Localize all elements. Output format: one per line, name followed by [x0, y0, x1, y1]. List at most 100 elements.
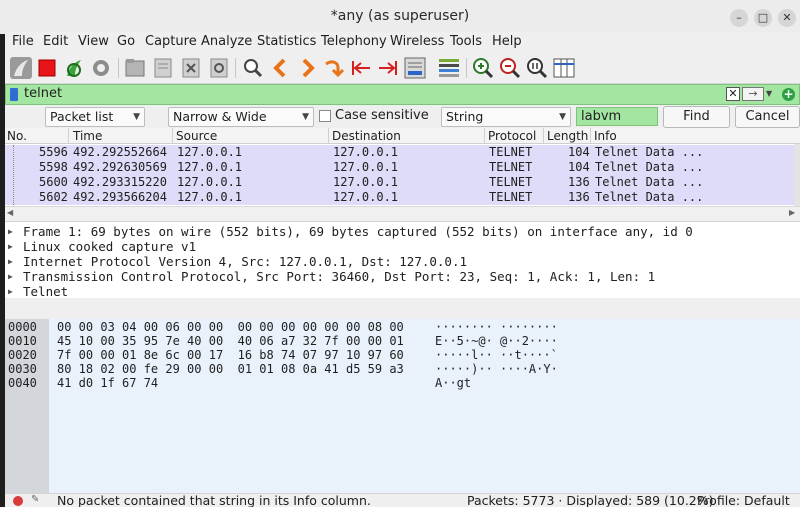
packet-list-hscrollbar[interactable]: ◀ ▶ — [5, 206, 800, 220]
menu-tools[interactable]: Tools — [450, 32, 482, 52]
capture-options-icon[interactable] — [89, 56, 113, 80]
packet-time: 492.293315220 — [73, 175, 167, 189]
column-time[interactable]: Time — [73, 128, 102, 144]
packet-info: Telnet Data ... — [595, 175, 704, 189]
search-string-input[interactable]: labvm — [576, 107, 658, 126]
cancel-button[interactable]: Cancel — [735, 106, 800, 128]
save-file-icon[interactable] — [151, 56, 175, 80]
byte-ascii[interactable]: ········ ········ — [435, 320, 558, 334]
menu-view[interactable]: View — [78, 32, 109, 52]
expand-arrow-icon[interactable]: ▶ — [8, 254, 13, 269]
column-divider[interactable] — [484, 128, 485, 144]
byte-hex[interactable]: 41 d0 1f 67 74 — [57, 376, 158, 390]
menu-statistics[interactable]: Statistics — [257, 32, 316, 52]
first-packet-icon[interactable] — [349, 56, 373, 80]
scroll-right-icon[interactable]: ▶ — [789, 208, 795, 217]
add-filter-button-icon[interactable]: + — [782, 88, 795, 101]
clear-filter-icon[interactable]: ✕ — [726, 87, 740, 101]
detail-row-telnet[interactable]: ▶ Telnet — [5, 284, 800, 299]
bookmark-icon[interactable] — [10, 88, 18, 101]
go-back-icon[interactable] — [269, 56, 293, 80]
byte-ascii[interactable]: ·····)·· ····A·Y· — [435, 362, 558, 376]
go-forward-icon[interactable] — [295, 56, 319, 80]
close-window-button[interactable]: ✕ — [778, 9, 796, 27]
case-sensitive-checkbox[interactable] — [319, 110, 331, 122]
apply-filter-arrow-icon[interactable]: → — [742, 87, 764, 101]
zoom-in-icon[interactable] — [471, 56, 495, 80]
shark-fin-icon[interactable] — [9, 56, 33, 80]
find-packet-icon[interactable] — [241, 56, 265, 80]
open-file-icon[interactable] — [123, 56, 147, 80]
character-width-select[interactable]: Narrow & Wide ▼ — [168, 107, 314, 127]
byte-ascii[interactable]: A··gt — [435, 376, 471, 390]
last-packet-icon[interactable] — [376, 56, 400, 80]
byte-ascii[interactable]: ·····l·· ··t····` — [435, 348, 558, 362]
packet-list-scrollbar[interactable] — [794, 144, 800, 206]
reload-file-icon[interactable] — [207, 56, 231, 80]
byte-hex[interactable]: 45 10 00 35 95 7e 40 00 40 06 a7 32 7f 0… — [57, 334, 404, 348]
edit-comment-icon[interactable]: ✎ — [31, 494, 39, 505]
byte-hex[interactable]: 80 18 02 00 fe 29 00 00 01 01 08 0a 41 d… — [57, 362, 404, 376]
auto-scroll-icon[interactable] — [403, 56, 427, 80]
expand-arrow-icon[interactable]: ▶ — [8, 224, 13, 239]
byte-ascii[interactable]: E··5·~@· @··2···· — [435, 334, 558, 348]
packet-row[interactable]: 5598 492.292630569 127.0.0.1 127.0.0.1 T… — [5, 160, 794, 175]
detail-row-linux-cooked[interactable]: ▶ Linux cooked capture v1 — [5, 239, 800, 254]
stop-capture-icon[interactable] — [35, 56, 59, 80]
normal-size-icon[interactable] — [525, 56, 549, 80]
menu-wireless[interactable]: Wireless — [390, 32, 444, 52]
column-divider[interactable] — [68, 128, 69, 144]
maximize-button[interactable]: □ — [754, 9, 772, 27]
menu-go[interactable]: Go — [117, 32, 135, 52]
menu-help[interactable]: Help — [492, 32, 522, 52]
restart-capture-icon[interactable] — [62, 56, 86, 80]
scroll-left-icon[interactable]: ◀ — [7, 208, 13, 217]
display-filter-bar[interactable]: telnet ✕ → ▼ + — [5, 84, 800, 105]
go-to-packet-icon[interactable] — [322, 56, 346, 80]
expand-arrow-icon[interactable]: ▶ — [8, 284, 13, 299]
column-info[interactable]: Info — [594, 128, 617, 144]
packet-row[interactable]: 5600 492.293315220 127.0.0.1 127.0.0.1 T… — [5, 175, 794, 190]
column-source[interactable]: Source — [176, 128, 217, 144]
profile-label[interactable]: Profile: Default — [697, 493, 790, 507]
menu-file[interactable]: File — [12, 32, 34, 52]
resize-columns-icon[interactable] — [552, 56, 576, 80]
column-divider[interactable] — [590, 128, 591, 144]
packet-protocol: TELNET — [489, 160, 533, 174]
packet-row[interactable]: 5602 492.293566204 127.0.0.1 127.0.0.1 T… — [5, 190, 794, 205]
display-filter-input[interactable]: telnet — [24, 86, 62, 101]
column-protocol[interactable]: Protocol — [488, 128, 536, 144]
pane-splitter[interactable] — [5, 298, 800, 319]
menu-analyze[interactable]: Analyze — [201, 32, 252, 52]
expand-arrow-icon[interactable]: ▶ — [8, 239, 13, 254]
byte-hex[interactable]: 7f 00 00 01 8e 6c 00 17 16 b8 74 07 97 1… — [57, 348, 404, 362]
byte-hex[interactable]: 00 00 03 04 00 06 00 00 00 00 00 00 00 0… — [57, 320, 404, 334]
detail-row-frame[interactable]: ▶ Frame 1: 69 bytes on wire (552 bits), … — [5, 224, 800, 239]
detail-row-tcp[interactable]: ▶ Transmission Control Protocol, Src Por… — [5, 269, 800, 284]
column-length[interactable]: Length — [547, 128, 588, 144]
expand-arrow-icon[interactable]: ▶ — [8, 269, 13, 284]
minimize-button[interactable]: – — [730, 9, 748, 27]
menu-telephony[interactable]: Telephony — [321, 32, 387, 52]
packet-row[interactable]: 5596 492.292552664 127.0.0.1 127.0.0.1 T… — [5, 145, 794, 160]
column-no[interactable]: No. — [7, 128, 27, 144]
column-divider[interactable] — [172, 128, 173, 144]
column-divider[interactable] — [543, 128, 544, 144]
expert-info-icon[interactable] — [13, 496, 23, 506]
recent-filters-chevron-icon[interactable]: ▼ — [766, 89, 772, 98]
search-type-select[interactable]: String ▼ — [441, 107, 571, 127]
zoom-out-icon[interactable] — [498, 56, 522, 80]
column-destination[interactable]: Destination — [332, 128, 401, 144]
colorize-icon[interactable] — [437, 56, 461, 80]
column-divider[interactable] — [328, 128, 329, 144]
status-message: No packet contained that string in its I… — [57, 493, 371, 507]
byte-offset: 0030 — [8, 362, 37, 376]
detail-row-ipv4[interactable]: ▶ Internet Protocol Version 4, Src: 127.… — [5, 254, 800, 269]
close-file-icon[interactable] — [179, 56, 203, 80]
menu-edit[interactable]: Edit — [43, 32, 68, 52]
menu-capture[interactable]: Capture — [145, 32, 197, 52]
toolbar-separator — [235, 58, 236, 78]
find-button[interactable]: Find — [663, 106, 730, 128]
search-in-select[interactable]: Packet list ▼ — [45, 107, 145, 127]
search-in-value: Packet list — [50, 109, 114, 124]
